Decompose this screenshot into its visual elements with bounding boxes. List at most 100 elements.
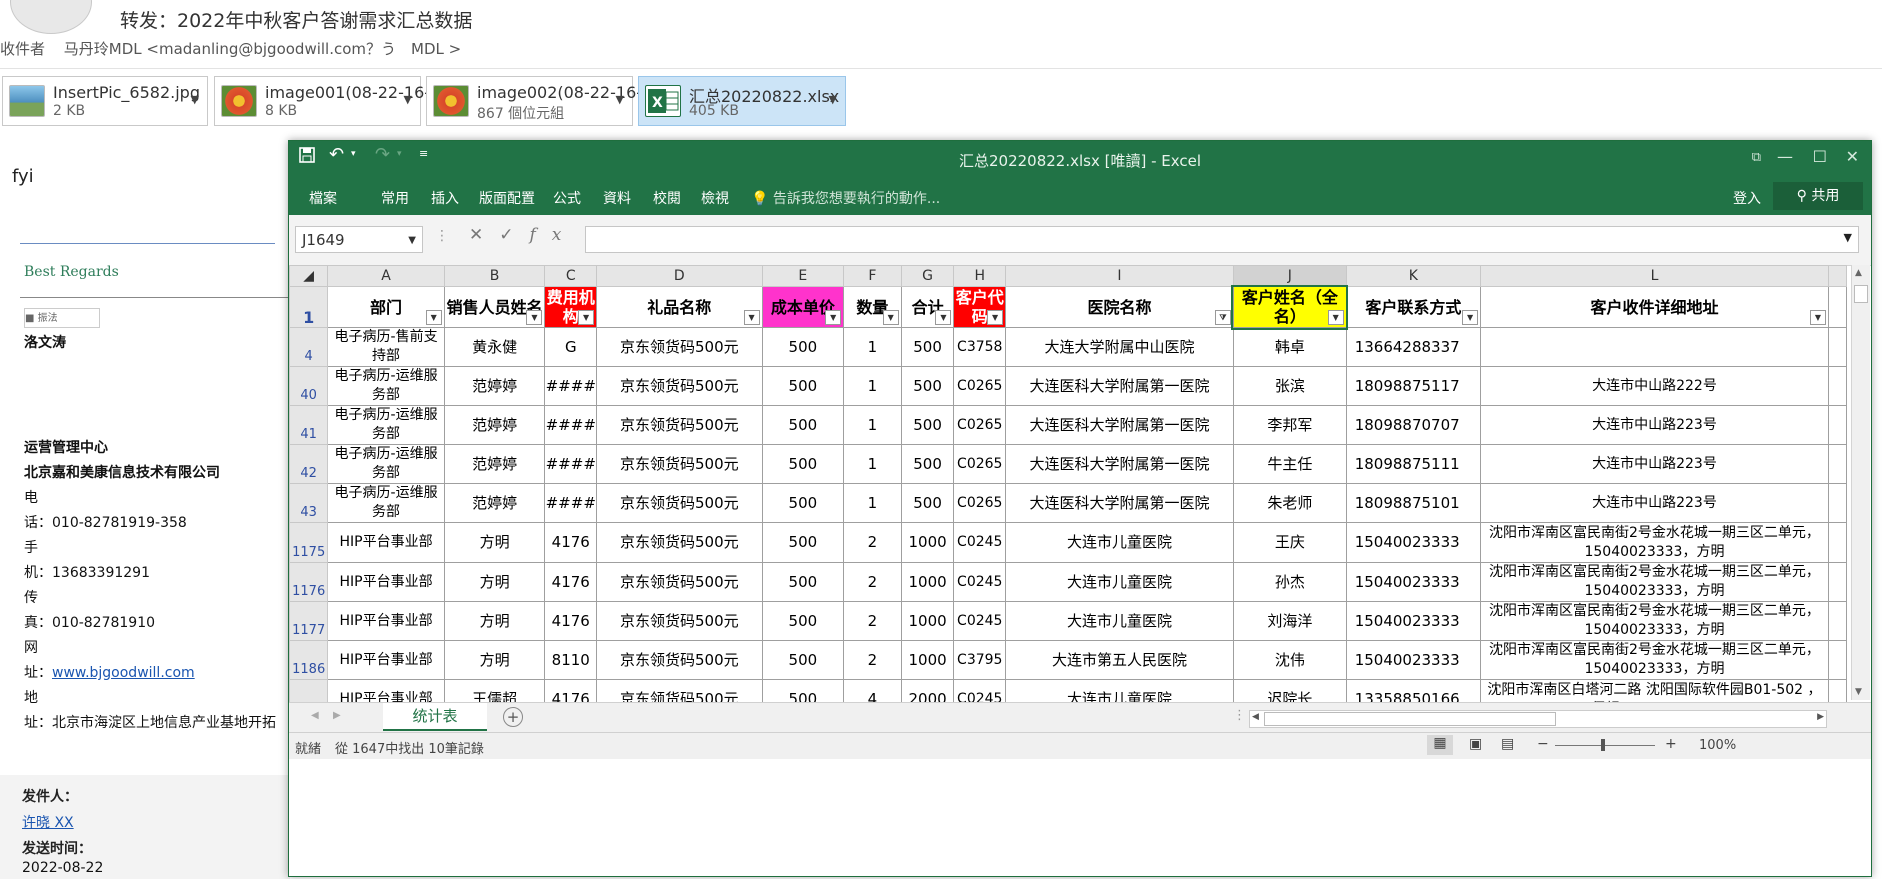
chevron-down-icon[interactable]: ▼ (829, 93, 837, 106)
next-sheet-icon[interactable]: ▶ (333, 710, 341, 721)
table-cell[interactable]: 电子病历-运维服务部 (327, 405, 445, 445)
table-cell[interactable]: 京东领货码500元 (596, 522, 763, 563)
zoom-slider[interactable] (1555, 745, 1655, 746)
table-cell[interactable]: C0265 (953, 405, 1007, 445)
row-header[interactable]: 40 (289, 366, 329, 406)
table-cell[interactable]: HIP平台事业部 (327, 640, 445, 680)
sheet-tab[interactable]: 统计表 (383, 703, 487, 731)
table-cell[interactable]: #### (544, 444, 598, 484)
table-cell[interactable]: 沈阳市浑南区富民南街2号金水花城一期三区二单元，15040023333，方明 (1480, 562, 1829, 602)
table-cell[interactable]: 京东领货码500元 (596, 640, 763, 680)
table-cell[interactable]: 500 (900, 327, 955, 367)
table-cell[interactable]: C0245 (953, 522, 1007, 563)
close-icon[interactable]: ✕ (1846, 147, 1859, 166)
chevron-down-icon[interactable]: ▼ (408, 227, 416, 254)
tab-file[interactable]: 檔案 (309, 188, 337, 208)
table-cell[interactable]: 京东领货码500元 (596, 327, 763, 367)
table-cell[interactable]: 2 (843, 640, 902, 680)
row-header[interactable]: 1186 (289, 640, 329, 680)
header-cell[interactable]: 部门 ▼ (327, 286, 445, 328)
filter-dropdown-icon[interactable]: ▼ (987, 310, 1004, 325)
table-cell[interactable]: C3795 (953, 640, 1007, 680)
table-cell[interactable]: 4176 (544, 522, 598, 563)
filter-dropdown-icon[interactable]: ▼ (578, 310, 595, 325)
tell-me-box[interactable]: 💡 告訴我您想要執行的動作... (751, 188, 940, 208)
table-cell[interactable]: 范婷婷 (443, 444, 546, 484)
table-cell[interactable]: 大连市中山路223号 (1480, 405, 1829, 445)
splitter-icon[interactable]: ⋮ (1233, 708, 1246, 723)
row-header[interactable]: 41 (289, 405, 329, 445)
excel-title-bar[interactable]: ↶ ▾ ↷ ▾ ≡ 汇总20220822.xlsx [唯讀] - Excel ⧉… (289, 141, 1871, 177)
tab-data[interactable]: 資料 (603, 188, 631, 208)
row-header[interactable]: 4 (289, 327, 329, 367)
ribbon-display-icon[interactable]: ⧉ (1752, 150, 1761, 165)
chevron-down-icon[interactable]: ▼ (404, 93, 412, 106)
header-cell[interactable]: 客户代码 ▼ (953, 286, 1007, 328)
filter-dropdown-icon[interactable]: ▼ (1327, 310, 1344, 325)
chevron-down-icon[interactable]: ▼ (191, 93, 199, 106)
table-cell[interactable]: 京东领货码500元 (596, 601, 763, 641)
row-header[interactable]: 42 (289, 444, 329, 484)
table-cell[interactable]: 方明 (443, 601, 546, 641)
scroll-right-icon[interactable]: ▶ (1817, 712, 1824, 722)
header-cell[interactable]: 成本单价 ▼ (761, 286, 845, 328)
column-header[interactable]: H (953, 265, 1007, 287)
sender-name[interactable]: 许晓 XX (22, 815, 74, 831)
table-cell[interactable]: 朱老师 (1232, 483, 1347, 523)
table-cell[interactable]: 韩卓 (1232, 327, 1347, 367)
excel-window[interactable]: ↶ ▾ ↷ ▾ ≡ 汇总20220822.xlsx [唯讀] - Excel ⧉… (288, 140, 1872, 877)
table-cell[interactable]: 18098875117 (1345, 366, 1482, 406)
table-cell[interactable]: 京东领货码500元 (596, 366, 763, 406)
table-cell[interactable]: 沈阳市浑南区富民南街2号金水花城一期三区二单元，15040023333，方明 (1480, 522, 1829, 563)
table-cell[interactable]: 孙杰 (1232, 562, 1347, 602)
column-header[interactable]: B (443, 265, 546, 287)
filter-active-icon[interactable]: ⧩ (1214, 310, 1231, 325)
table-cell[interactable]: 大连市中山路223号 (1480, 483, 1829, 523)
attachment-4[interactable]: X 汇总20220822.xlsx 405 KB ▼ (638, 76, 846, 126)
column-header[interactable]: D (596, 265, 763, 287)
table-cell[interactable]: 1 (843, 366, 902, 406)
column-header[interactable]: A (327, 265, 445, 287)
table-cell[interactable]: 范婷婷 (443, 405, 546, 445)
table-cell[interactable]: 大连医科大学附属第一医院 (1005, 444, 1234, 484)
expand-formula-icon[interactable]: ▼ (1844, 231, 1852, 244)
prev-sheet-icon[interactable]: ◀ (311, 710, 319, 721)
filter-dropdown-icon[interactable]: ▼ (1809, 310, 1826, 325)
minimize-icon[interactable]: — (1777, 147, 1793, 166)
table-cell[interactable]: 李邦军 (1232, 405, 1347, 445)
table-cell[interactable]: G (544, 327, 598, 367)
attachment-2[interactable]: image001(08-22-16-... 8 KB ▼ (214, 76, 445, 126)
add-sheet-icon[interactable]: + (503, 707, 523, 727)
row-header[interactable]: 43 (289, 483, 329, 523)
row-header[interactable]: 1176 (289, 562, 329, 602)
table-cell[interactable]: 500 (761, 601, 845, 641)
table-cell[interactable]: 大连市儿童医院 (1005, 601, 1234, 641)
filter-dropdown-icon[interactable]: ▼ (1462, 310, 1479, 325)
table-cell[interactable]: 15040023333 (1345, 640, 1482, 680)
filter-dropdown-icon[interactable]: ▼ (425, 310, 442, 325)
table-cell[interactable]: 大连医科大学附属第一医院 (1005, 405, 1234, 445)
vertical-scrollbar[interactable]: ▲ ▼ (1851, 265, 1870, 700)
table-cell[interactable]: 京东领货码500元 (596, 405, 763, 445)
header-cell[interactable]: 礼品名称 ▼ (596, 286, 763, 328)
table-cell[interactable]: 张滨 (1232, 366, 1347, 406)
enter-icon[interactable]: ✓ (499, 225, 529, 245)
table-cell[interactable]: 大连市儿童医院 (1005, 562, 1234, 602)
table-cell[interactable]: 电子病历-售前支持部 (327, 327, 445, 367)
column-header[interactable]: K (1345, 265, 1482, 287)
table-cell[interactable]: C0245 (953, 601, 1007, 641)
table-cell[interactable]: 京东领货码500元 (596, 483, 763, 523)
table-cell[interactable]: 电子病历-运维服务部 (327, 366, 445, 406)
chevron-down-icon[interactable]: ▼ (616, 93, 624, 106)
header-cell[interactable]: 销售人员姓名 ▼ (443, 286, 546, 328)
name-box[interactable]: J1649 ▼ (295, 226, 423, 253)
header-cell[interactable]: 合计 ▼ (900, 286, 955, 328)
horizontal-scrollbar[interactable]: ◀ ▶ (1249, 710, 1827, 728)
sender-link[interactable]: 许晓 XX (22, 812, 74, 832)
table-cell[interactable]: 500 (761, 444, 845, 484)
table-cell[interactable]: 刘海洋 (1232, 601, 1347, 641)
scroll-down-icon[interactable]: ▼ (1855, 687, 1862, 697)
column-header[interactable]: E (761, 265, 845, 287)
tab-home[interactable]: 常用 (381, 188, 409, 208)
table-cell[interactable]: 13664288337 (1345, 327, 1482, 367)
